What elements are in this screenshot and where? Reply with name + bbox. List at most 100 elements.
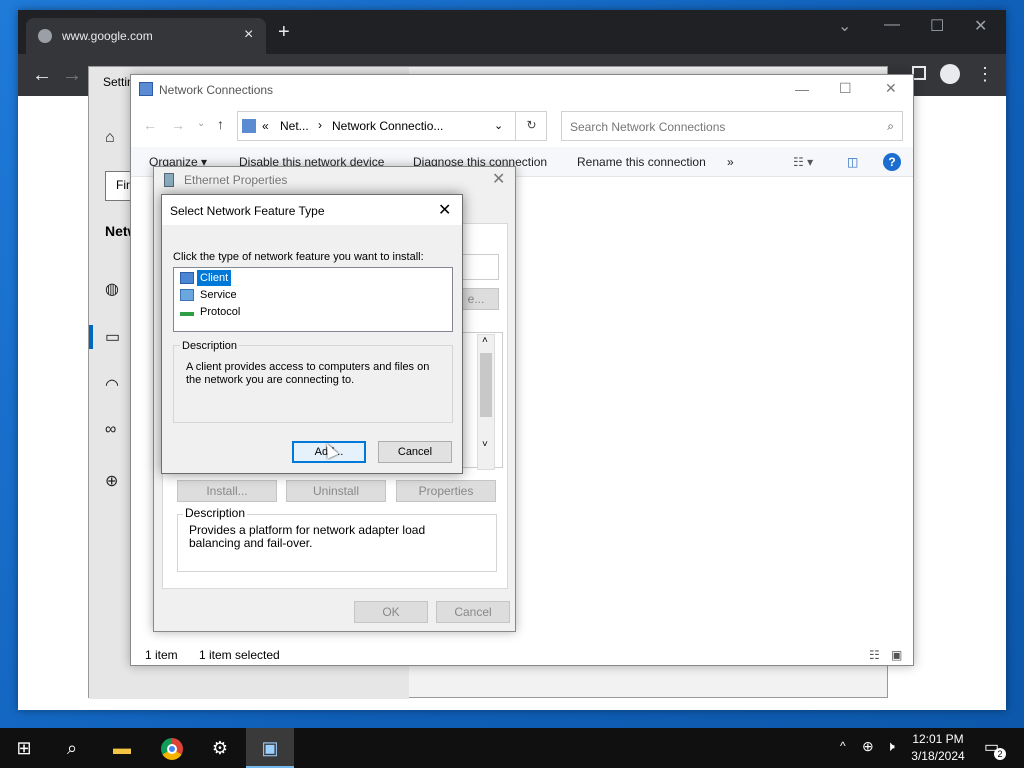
- search-placeholder: Search Network Connections: [570, 120, 726, 134]
- select-network-feature-type-dialog: Select Network Feature Type ✕ Click the …: [161, 194, 463, 474]
- cancel-button-label: Cancel: [397, 446, 433, 458]
- status-globe-icon[interactable]: ◍: [105, 279, 119, 299]
- search-network-connections-input[interactable]: Search Network Connections ⌕: [561, 111, 903, 141]
- scroll-down-icon[interactable]: ˅: [482, 439, 488, 450]
- properties-button[interactable]: Properties: [396, 480, 496, 502]
- address-dropdown-icon[interactable]: ⌄: [494, 119, 503, 132]
- refresh-icon[interactable]: ↻: [515, 111, 547, 141]
- scroll-up-icon[interactable]: ˄: [482, 335, 488, 346]
- client-icon: [180, 272, 194, 284]
- recent-locations-icon[interactable]: ⌄: [197, 118, 205, 129]
- client-label: Client: [197, 270, 232, 286]
- dial-up-icon[interactable]: ◠: [105, 375, 119, 395]
- breadcrumb-separator: ›: [318, 118, 322, 132]
- chrome-close-button[interactable]: ✕: [974, 16, 987, 36]
- ethernet-close-button[interactable]: ✕: [492, 169, 505, 189]
- chrome-minimize-button[interactable]: —: [884, 16, 900, 34]
- file-explorer-icon[interactable]: ▬: [98, 728, 146, 768]
- ethernet-cancel-button[interactable]: Cancel: [436, 601, 510, 623]
- large-icons-view-icon[interactable]: ▣: [891, 648, 902, 662]
- search-icon[interactable]: ⌕: [48, 728, 96, 768]
- forward-arrow-icon[interactable]: →: [171, 117, 185, 133]
- selected-count: 1 item selected: [199, 648, 280, 662]
- breadcrumb-item-network[interactable]: Net...: [280, 119, 309, 133]
- protocol-icon: [180, 306, 194, 316]
- ethernet-description-text: Provides a platform for network adapter …: [189, 523, 426, 550]
- change-view-icon[interactable]: ☷ ▾: [793, 155, 813, 169]
- ethernet-cancel-button-label: Cancel: [454, 605, 492, 619]
- service-label: Service: [200, 289, 237, 301]
- ok-button[interactable]: OK: [354, 601, 428, 623]
- vpn-icon[interactable]: ∞: [105, 421, 116, 439]
- browser-tab[interactable]: www.google.com ×: [26, 18, 266, 54]
- back-arrow-icon[interactable]: ←: [143, 117, 157, 133]
- select-feature-close-button[interactable]: ✕: [438, 200, 451, 220]
- home-icon[interactable]: ⌂: [105, 129, 115, 147]
- tab-close-icon[interactable]: ×: [244, 26, 253, 44]
- clock[interactable]: 12:01 PM 3/18/2024: [908, 731, 968, 765]
- search-icon[interactable]: ⌕: [887, 119, 894, 134]
- netconn-close-button[interactable]: ✕: [885, 80, 897, 97]
- uninstall-button[interactable]: Uninstall: [286, 480, 386, 502]
- list-item-protocol[interactable]: Protocol: [180, 304, 420, 321]
- network-connections-icon: [139, 82, 153, 96]
- active-nav-indicator: [89, 325, 93, 349]
- netconn-titlebar: Network Connections — ☐ ✕: [131, 75, 913, 105]
- volume-muted-icon[interactable]: 🕨: [886, 738, 895, 755]
- sidebar-toggle-icon[interactable]: [912, 66, 926, 80]
- chrome-tab-search-icon[interactable]: ⌄: [838, 16, 851, 36]
- start-windows-icon[interactable]: ⊞: [0, 728, 48, 768]
- preview-pane-icon[interactable]: ◫: [847, 155, 858, 169]
- ethernet-description-label: Description: [183, 506, 248, 520]
- status-bar: 1 item 1 item selected ☷ ▣: [131, 645, 913, 665]
- breadcrumb-overflow[interactable]: «: [262, 119, 269, 133]
- address-location-icon: [242, 119, 256, 133]
- feature-type-list[interactable]: Client Service Protocol: [173, 267, 453, 332]
- install-button[interactable]: Install...: [177, 480, 277, 502]
- list-item-service[interactable]: Service: [180, 287, 420, 304]
- address-bar-row: ← → ⌄ ↑ « Net... › Network Connectio... …: [131, 105, 913, 147]
- more-commands-chevron[interactable]: »: [727, 155, 734, 169]
- feature-type-prompt: Click the type of network feature you wa…: [173, 251, 424, 263]
- scroll-thumb[interactable]: [480, 353, 492, 417]
- feature-description-text: A client provides access to computers an…: [186, 361, 430, 386]
- netconn-title: Network Connections: [159, 83, 274, 97]
- details-view-icon[interactable]: ☷: [869, 648, 880, 662]
- protocol-label: Protocol: [200, 306, 241, 318]
- globe-icon: [38, 29, 52, 43]
- show-hidden-icons-chevron[interactable]: ^: [840, 739, 846, 753]
- netconn-maximize-button[interactable]: ☐: [839, 80, 852, 97]
- back-arrow-icon[interactable]: ←: [32, 64, 52, 87]
- chrome-tab-strip: www.google.com × + ⌄ — ☐ ✕: [18, 10, 1006, 54]
- select-feature-titlebar: Select Network Feature Type ✕: [162, 195, 462, 225]
- clock-date: 3/18/2024: [911, 749, 965, 763]
- select-feature-title: Select Network Feature Type: [170, 204, 325, 218]
- taskbar: ⊞ ⌕ ▬ ⚙ ▣ ^ ⊕ 🕨 12:01 PM 3/18/2024 ▭ 2: [0, 728, 1024, 768]
- chrome-icon[interactable]: [148, 728, 196, 768]
- ethernet-adapter-icon: [164, 173, 174, 187]
- address-bar[interactable]: « Net... › Network Connectio... ⌄: [237, 111, 547, 141]
- breadcrumb-item-network-connections[interactable]: Network Connectio...: [332, 119, 443, 133]
- chrome-maximize-button[interactable]: ☐: [930, 16, 944, 36]
- netconn-minimize-button[interactable]: —: [795, 81, 809, 97]
- settings-gear-icon[interactable]: ⚙: [196, 728, 244, 768]
- list-item-client[interactable]: Client: [180, 270, 420, 287]
- service-icon: [180, 289, 194, 301]
- uninstall-button-label: Uninstall: [312, 484, 360, 498]
- feature-description-label: Description: [180, 340, 240, 352]
- up-arrow-icon[interactable]: ↑: [217, 116, 224, 132]
- help-icon[interactable]: ?: [883, 153, 901, 171]
- new-tab-button[interactable]: +: [278, 22, 290, 42]
- properties-button-label: Properties: [418, 484, 474, 498]
- clock-time: 12:01 PM: [912, 732, 964, 746]
- rename-connection-command[interactable]: Rename this connection: [577, 155, 706, 169]
- network-connections-taskbar-icon[interactable]: ▣: [246, 728, 294, 768]
- forward-arrow-icon[interactable]: →: [62, 64, 82, 87]
- network-globe-icon[interactable]: ⊕: [862, 738, 874, 755]
- proxy-globe-icon[interactable]: ⊕: [105, 471, 118, 491]
- profile-avatar-icon[interactable]: [940, 64, 960, 84]
- chrome-menu-icon[interactable]: ⋮: [976, 64, 994, 85]
- items-list-scrollbar[interactable]: ˄ ˅: [477, 334, 495, 470]
- ethernet-icon[interactable]: ▭: [105, 327, 120, 347]
- cancel-button[interactable]: Cancel: [378, 441, 452, 463]
